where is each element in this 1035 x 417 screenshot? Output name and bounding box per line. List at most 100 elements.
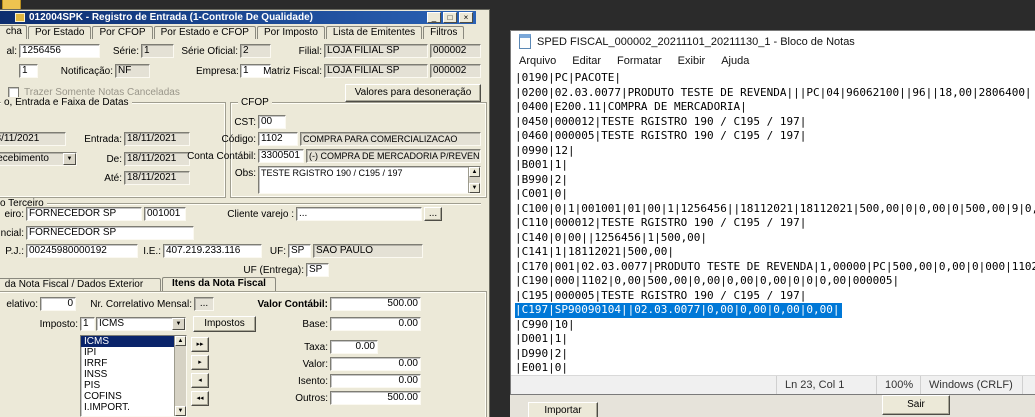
sped-line: |C141|1|18112021|500,00| bbox=[515, 245, 674, 258]
move-right-icon[interactable]: ▸ bbox=[191, 355, 209, 370]
scroll-down-icon[interactable]: ▼ bbox=[175, 406, 186, 416]
outros-field[interactable]: 500.00 bbox=[330, 391, 421, 405]
menu-formatar[interactable]: Formatar bbox=[609, 52, 670, 70]
valor-field[interactable]: 0.00 bbox=[330, 357, 421, 371]
obs-scrollbar[interactable]: ▲ ▼ bbox=[468, 167, 480, 193]
uf-field[interactable]: SP bbox=[288, 244, 311, 258]
correlativo-label: Nr. Correlativo Mensal: bbox=[90, 299, 192, 310]
fiscal-field[interactable]: 1256456 bbox=[19, 44, 100, 58]
codigo-field[interactable]: 1102 bbox=[258, 132, 298, 146]
filial-code-field[interactable]: 000002 bbox=[430, 44, 481, 58]
de-date-field[interactable]: 18/11/2021 bbox=[124, 152, 190, 166]
sair-button[interactable]: Sair bbox=[882, 395, 950, 415]
cliente-varejo-field[interactable]: ... bbox=[296, 207, 422, 221]
tab-por-estado[interactable]: Por Estado bbox=[28, 26, 92, 39]
tipo-dropdown-icon[interactable]: ▼ bbox=[63, 153, 76, 165]
impostos-scrollbar[interactable]: ▲ ▼ bbox=[174, 336, 186, 416]
registro-entrada-window: 012004SPK - Registro de Entrada (1-Contr… bbox=[0, 9, 490, 417]
taxa-field[interactable]: 0.00 bbox=[330, 340, 378, 354]
list-item-iimport[interactable]: I.IMPORT. bbox=[81, 402, 186, 413]
tab-itens-nota-fiscal[interactable]: Itens da Nota Fiscal bbox=[162, 277, 276, 291]
menu-exibir[interactable]: Exibir bbox=[670, 52, 714, 70]
entrada-date-field[interactable]: 18/11/2021 bbox=[124, 132, 190, 146]
isento-field[interactable]: 0.00 bbox=[330, 374, 421, 388]
conta-desc-field: (-) COMPRA DE MERCADORIA P/REVENDA bbox=[306, 149, 481, 163]
menu-arquivo[interactable]: Arquivo bbox=[511, 52, 564, 70]
notepad-title: SPED FISCAL_000002_20211101_20211130_1 -… bbox=[537, 35, 855, 48]
cnpj-field[interactable]: 00245980000192 bbox=[26, 244, 138, 258]
correlativo-field[interactable]: ... bbox=[194, 297, 214, 311]
uf-entrega-field[interactable]: SP bbox=[306, 263, 329, 277]
scroll-up-icon[interactable]: ▲ bbox=[175, 336, 186, 346]
list-item-pis[interactable]: PIS bbox=[81, 380, 186, 391]
move-all-right-icon[interactable]: ▸▸ bbox=[191, 337, 209, 352]
tab-dados-nota-fiscal[interactable]: da Nota Fiscal / Dados Exterior bbox=[0, 278, 161, 291]
valor-contabil-field[interactable]: 500.00 bbox=[330, 297, 421, 311]
sped-line: |0190|PC|PACOTE| bbox=[515, 71, 621, 84]
move-left-icon[interactable]: ◂ bbox=[191, 373, 209, 388]
list-item-ipi[interactable]: IPI bbox=[81, 347, 186, 358]
serie-oficial-field[interactable]: 2 bbox=[240, 44, 271, 58]
base-field[interactable]: 0.00 bbox=[330, 317, 421, 331]
matriz-fiscal-field[interactable]: LOJA FILIAL SP bbox=[324, 64, 428, 78]
fornecedor-field[interactable]: FORNECEDOR SP bbox=[26, 207, 142, 221]
tab-lista-de-emitentes[interactable]: Lista de Emitentes bbox=[325, 26, 423, 39]
notepad-text-area[interactable]: |0190|PC|PACOTE| |0200|02.03.0077|PRODUT… bbox=[511, 70, 1035, 375]
de-label: De: bbox=[106, 154, 122, 165]
tab-ficha[interactable]: cha bbox=[0, 25, 27, 39]
scroll-down-icon[interactable]: ▼ bbox=[469, 183, 480, 193]
seq-field[interactable]: 1 bbox=[19, 64, 38, 78]
emissao-date-field[interactable]: 18/11/2021 bbox=[0, 132, 66, 146]
cliente-varejo-browse-button[interactable]: ... bbox=[424, 207, 442, 221]
impostos-listbox[interactable]: ICMS IPI IRRF INSS PIS COFINS I.IMPORT. bbox=[80, 335, 187, 417]
sped-line: |C110|000012|TESTE RGISTRO 190 / C195 / … bbox=[515, 216, 807, 229]
sped-line: |0990|12| bbox=[515, 143, 575, 157]
menu-editar[interactable]: Editar bbox=[564, 52, 609, 70]
cliente-varejo-label: Cliente varejo : bbox=[227, 209, 294, 220]
razao-field[interactable]: FORNECEDOR SP bbox=[26, 226, 194, 240]
cursor-position: Ln 23, Col 1 bbox=[776, 376, 876, 394]
sped-line: |0200|02.03.0077|PRODUTO TESTE DE REVEND… bbox=[515, 85, 1032, 99]
ie-field[interactable]: 407.219.233.116 bbox=[163, 244, 262, 258]
tab-filtros[interactable]: Filtros bbox=[423, 26, 465, 39]
serie-field[interactable]: 1 bbox=[141, 44, 174, 58]
sped-line: |E001|0| bbox=[515, 361, 568, 374]
impostos-button[interactable]: Impostos bbox=[193, 316, 256, 332]
base-label: Base: bbox=[302, 319, 328, 330]
fornecedor-code-field[interactable]: 001001 bbox=[144, 207, 186, 221]
cnpj-label: P.J.: bbox=[5, 246, 24, 257]
terceiro-divider bbox=[46, 203, 481, 204]
relativo-field[interactable]: 0 bbox=[40, 297, 76, 311]
sped-line: |C195|000005|TESTE RGISTRO 190 / C195 / … bbox=[515, 288, 807, 302]
cst-field[interactable]: 00 bbox=[258, 115, 286, 129]
ate-date-field[interactable]: 18/11/2021 bbox=[124, 171, 190, 185]
imposto-dropdown-icon[interactable]: ▼ bbox=[172, 318, 185, 330]
imposto-num-field[interactable]: 1 bbox=[80, 317, 95, 331]
obs-textarea[interactable]: TESTE RGISTRO 190 / C195 / 197 bbox=[258, 166, 481, 194]
conta-contabil-field[interactable]: 3300501 bbox=[258, 149, 304, 163]
notificacao-field[interactable]: NF bbox=[115, 64, 150, 78]
scroll-up-icon[interactable]: ▲ bbox=[469, 167, 480, 177]
cfop-group-title: CFOP bbox=[238, 97, 272, 108]
codigo-label: Código: bbox=[221, 134, 256, 145]
uf-entrega-label: UF (Entrega): bbox=[243, 265, 304, 276]
outros-label: Outros: bbox=[295, 393, 328, 404]
menu-ajuda[interactable]: Ajuda bbox=[713, 52, 757, 70]
list-item-inss[interactable]: INSS bbox=[81, 369, 186, 380]
importar-button[interactable]: Importar bbox=[528, 402, 598, 417]
matriz-fiscal-label: Matriz Fiscal: bbox=[263, 66, 322, 77]
tab-por-imposto[interactable]: Por Imposto bbox=[256, 26, 325, 39]
filial-field[interactable]: LOJA FILIAL SP bbox=[324, 44, 428, 58]
sped-line: |B990|2| bbox=[515, 172, 568, 186]
valores-desoneracao-button[interactable]: Valores para desoneração bbox=[345, 84, 481, 102]
imposto-label: Imposto: bbox=[39, 319, 78, 330]
tab-por-estado-e-cfop[interactable]: Por Estado e CFOP bbox=[153, 26, 256, 39]
list-item-icms[interactable]: ICMS bbox=[81, 336, 186, 347]
ie-label: I.E.: bbox=[143, 246, 161, 257]
list-item-cofins[interactable]: COFINS bbox=[81, 391, 186, 402]
list-item-irrf[interactable]: IRRF bbox=[81, 358, 186, 369]
notepad-titlebar[interactable]: SPED FISCAL_000002_20211101_20211130_1 -… bbox=[511, 31, 1035, 52]
tab-por-cfop[interactable]: Por CFOP bbox=[92, 26, 153, 39]
matriz-code-field[interactable]: 000002 bbox=[430, 64, 481, 78]
move-all-left-icon[interactable]: ◂◂ bbox=[191, 391, 209, 406]
